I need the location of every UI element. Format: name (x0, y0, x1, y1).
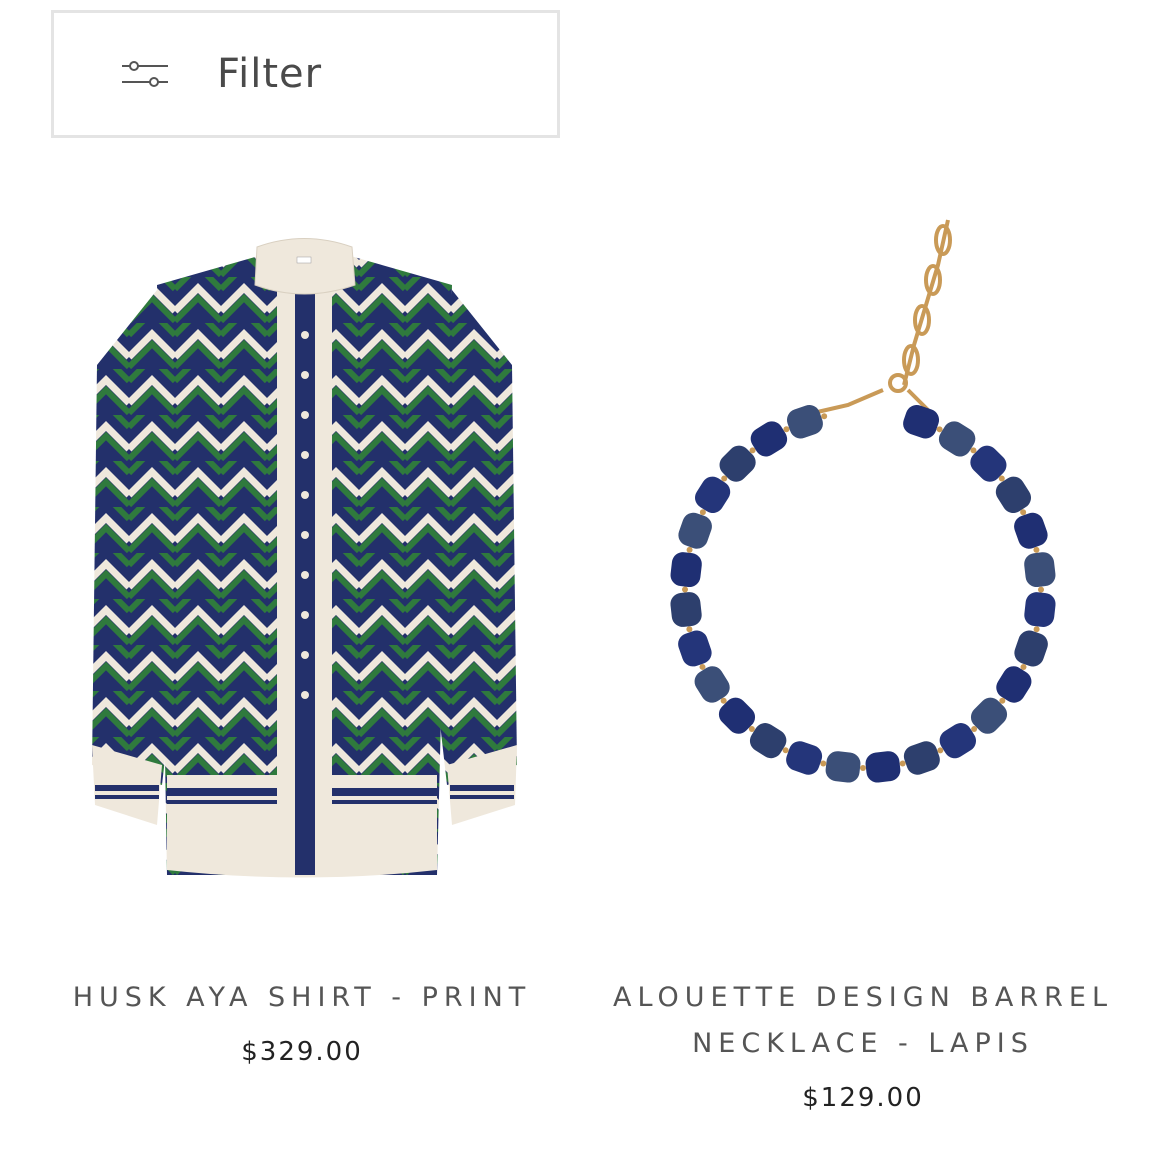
necklace-bead (903, 405, 940, 439)
necklace-spacer (820, 760, 827, 767)
necklace-spacer (971, 726, 978, 733)
necklace-bead (695, 476, 731, 514)
necklace-spacer (899, 760, 906, 767)
product-image-shirt[interactable] (37, 185, 567, 925)
necklace-spacer (937, 747, 944, 754)
necklace-bead (996, 666, 1032, 703)
necklace-spacer (782, 747, 789, 754)
necklace-bead (786, 741, 823, 775)
necklace-spacer (1020, 663, 1027, 670)
necklace-spacer (821, 413, 828, 420)
necklace-bead (1014, 512, 1048, 549)
necklace-spacer (699, 663, 706, 670)
necklace-bead (938, 421, 976, 457)
necklace-spacer (783, 426, 790, 433)
necklace-bead (1024, 552, 1056, 588)
necklace-spacer (699, 509, 706, 516)
necklace-bead (670, 552, 702, 588)
necklace-spacer (682, 586, 689, 593)
necklace-bead (786, 404, 823, 439)
product-price: $129.00 (802, 1083, 924, 1113)
product-image-necklace[interactable] (598, 185, 1128, 925)
necklace-bead (670, 592, 702, 627)
necklace-spacer (998, 475, 1005, 482)
product-card[interactable]: ALOUETTE DESIGN BARREL NECKLACE - LAPIS … (598, 185, 1128, 1113)
necklace-spacer (686, 626, 693, 633)
necklace-spacer (1037, 586, 1044, 593)
necklace-spacer (749, 447, 756, 454)
product-title[interactable]: HUSK AYA SHIRT - PRINT (37, 975, 567, 1021)
necklace-spacer (1033, 546, 1040, 553)
product-title[interactable]: ALOUETTE DESIGN BARREL NECKLACE - LAPIS (598, 975, 1128, 1067)
necklace-bead (749, 723, 787, 759)
filter-label: Filter (217, 51, 323, 97)
necklace-bead (1024, 592, 1056, 627)
necklace-bead (903, 741, 940, 775)
necklace-bead (939, 723, 977, 759)
filter-button[interactable]: Filter (51, 10, 560, 138)
necklace-spacer (1033, 626, 1040, 633)
necklace-bead (694, 666, 730, 703)
product-price: $329.00 (241, 1037, 363, 1067)
product-card[interactable]: HUSK AYA SHIRT - PRINT $329.00 (37, 185, 567, 1067)
necklace-bead (995, 476, 1032, 514)
necklace-bead (750, 421, 788, 457)
sliders-icon (122, 61, 168, 87)
necklace-bead (825, 751, 861, 783)
necklace-bead (678, 512, 712, 549)
necklace-bead (678, 630, 712, 667)
necklace-bead (865, 751, 901, 783)
necklace-spacer (686, 546, 693, 553)
necklace-spacer (859, 765, 866, 771)
necklace-bead (1014, 630, 1048, 667)
necklace-spacer (720, 697, 727, 704)
necklace-spacer (936, 426, 943, 433)
necklace-spacer (1020, 509, 1027, 516)
